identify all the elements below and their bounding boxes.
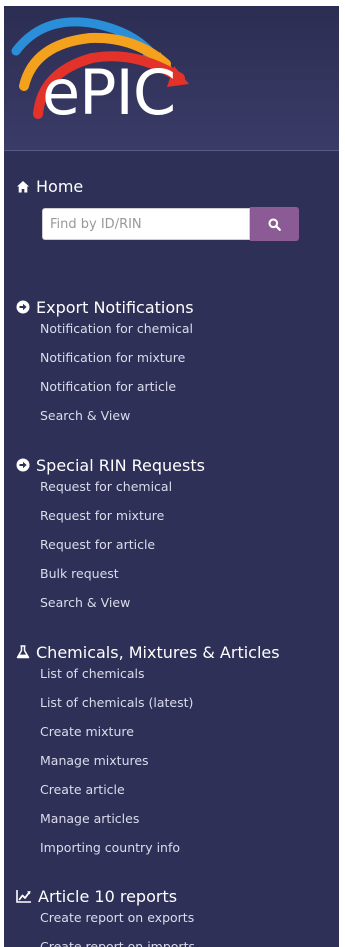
nav-item-request-article[interactable]: Request for article [40,535,205,564]
search-button[interactable] [250,207,299,241]
section-title-chemicals-mixtures-articles[interactable]: Chemicals, Mixtures & Articles [16,640,280,664]
nav-item-create-report-exports[interactable]: Create report on exports [40,908,195,937]
nav-item-rin-search-view[interactable]: Search & View [40,593,205,622]
nav-item-manage-mixtures[interactable]: Manage mixtures [40,751,280,780]
logo-area[interactable]: ePIC [4,6,339,151]
section-title-label: Article 10 reports [38,886,178,906]
section-special-rin-requests: Special RIN Requests Request for chemica… [16,453,205,622]
section-title-label: Chemicals, Mixtures & Articles [36,642,280,662]
nav-item-request-chemical[interactable]: Request for chemical [40,477,205,506]
home-link[interactable]: Home [16,177,83,196]
section-chemicals-mixtures-articles: Chemicals, Mixtures & Articles List of c… [16,640,280,867]
search-input[interactable] [42,208,250,240]
home-label: Home [36,177,84,196]
nav-item-manage-articles[interactable]: Manage articles [40,809,280,838]
section-title-special-rin-requests[interactable]: Special RIN Requests [16,453,205,477]
nav-item-importing-country-info[interactable]: Importing country info [40,838,280,867]
section-title-article-10-reports[interactable]: Article 10 reports [16,884,195,908]
section-title-label: Export Notifications [36,297,194,317]
nav-item-list-chemicals[interactable]: List of chemicals [40,664,280,693]
search-icon [268,218,281,231]
circle-arrow-right-icon [16,300,30,314]
section-title-export-notifications[interactable]: Export Notifications [16,295,194,319]
line-chart-icon [16,889,32,903]
nav-item-create-article[interactable]: Create article [40,780,280,809]
search-bar [42,207,301,242]
sidebar: ePIC Home Export Notificati [4,6,339,947]
section-title-label: Special RIN Requests [36,455,205,475]
nav-item-notification-mixture[interactable]: Notification for mixture [40,348,194,377]
nav-item-export-search-view[interactable]: Search & View [40,406,194,435]
nav-item-create-report-imports[interactable]: Create report on imports [40,937,195,947]
home-icon [16,180,30,194]
nav-item-notification-chemical[interactable]: Notification for chemical [40,319,194,348]
section-export-notifications: Export Notifications Notification for ch… [16,295,194,435]
section-article-10-reports: Article 10 reports Create report on expo… [16,884,195,947]
nav-item-bulk-request[interactable]: Bulk request [40,564,205,593]
nav-item-list-chemicals-latest[interactable]: List of chemicals (latest) [40,693,280,722]
logo-text: ePIC [42,56,176,129]
flask-icon [16,645,30,659]
nav-item-request-mixture[interactable]: Request for mixture [40,506,205,535]
circle-arrow-right-icon [16,458,30,472]
nav-item-create-mixture[interactable]: Create mixture [40,722,280,751]
nav-item-notification-article[interactable]: Notification for article [40,377,194,406]
